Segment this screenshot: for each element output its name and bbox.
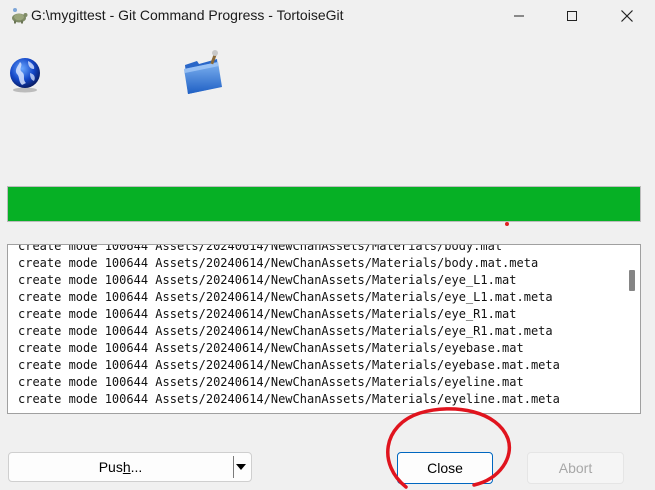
tortoisegit-icon [12, 8, 28, 24]
window-title: G:\mygittest - Git Command Progress - To… [31, 7, 344, 23]
minimize-icon [514, 15, 524, 17]
log-line: create mode 100644 Assets/20240614/NewCh… [18, 256, 539, 270]
log-line: create mode 100644 Assets/20240614/NewCh… [18, 273, 517, 287]
log-lines: create mode 100644 Assets/20240614/NewCh… [18, 244, 560, 408]
minimize-button[interactable] [495, 0, 543, 32]
log-scrollbar[interactable] [623, 245, 640, 413]
close-icon [621, 10, 633, 22]
abort-button: Abort [527, 452, 624, 484]
push-button-label: Push... [98, 459, 143, 475]
maximize-icon [567, 11, 577, 21]
log-scrollbar-thumb[interactable] [629, 270, 635, 291]
log-line: create mode 100644 Assets/20240614/NewCh… [18, 392, 560, 406]
log-line: create mode 100644 Assets/20240614/NewCh… [18, 375, 524, 389]
maximize-button[interactable] [548, 0, 596, 32]
log-line: create mode 100644 Assets/20240614/NewCh… [18, 244, 503, 253]
log-line: create mode 100644 Assets/20240614/NewCh… [18, 358, 560, 372]
log-line: create mode 100644 Assets/20240614/NewCh… [18, 307, 517, 321]
dropdown-arrow-icon[interactable] [235, 463, 247, 471]
globe-icon [10, 58, 40, 93]
log-line: create mode 100644 Assets/20240614/NewCh… [18, 341, 524, 355]
push-split-button[interactable]: Push... [8, 452, 252, 482]
log-line: create mode 100644 Assets/20240614/NewCh… [18, 290, 553, 304]
red-dot-marker [505, 222, 509, 226]
close-button[interactable]: Close [397, 452, 493, 484]
log-line: create mode 100644 Assets/20240614/NewCh… [18, 324, 553, 338]
progress-bar [7, 186, 641, 222]
split-divider [233, 456, 234, 478]
close-window-button[interactable] [603, 0, 651, 32]
push-button[interactable]: Push... [9, 453, 232, 481]
progress-bar-fill [8, 187, 640, 221]
folder-icon [184, 50, 222, 94]
title-bar: G:\mygittest - Git Command Progress - To… [0, 0, 655, 36]
output-log[interactable]: create mode 100644 Assets/20240614/NewCh… [7, 244, 641, 414]
